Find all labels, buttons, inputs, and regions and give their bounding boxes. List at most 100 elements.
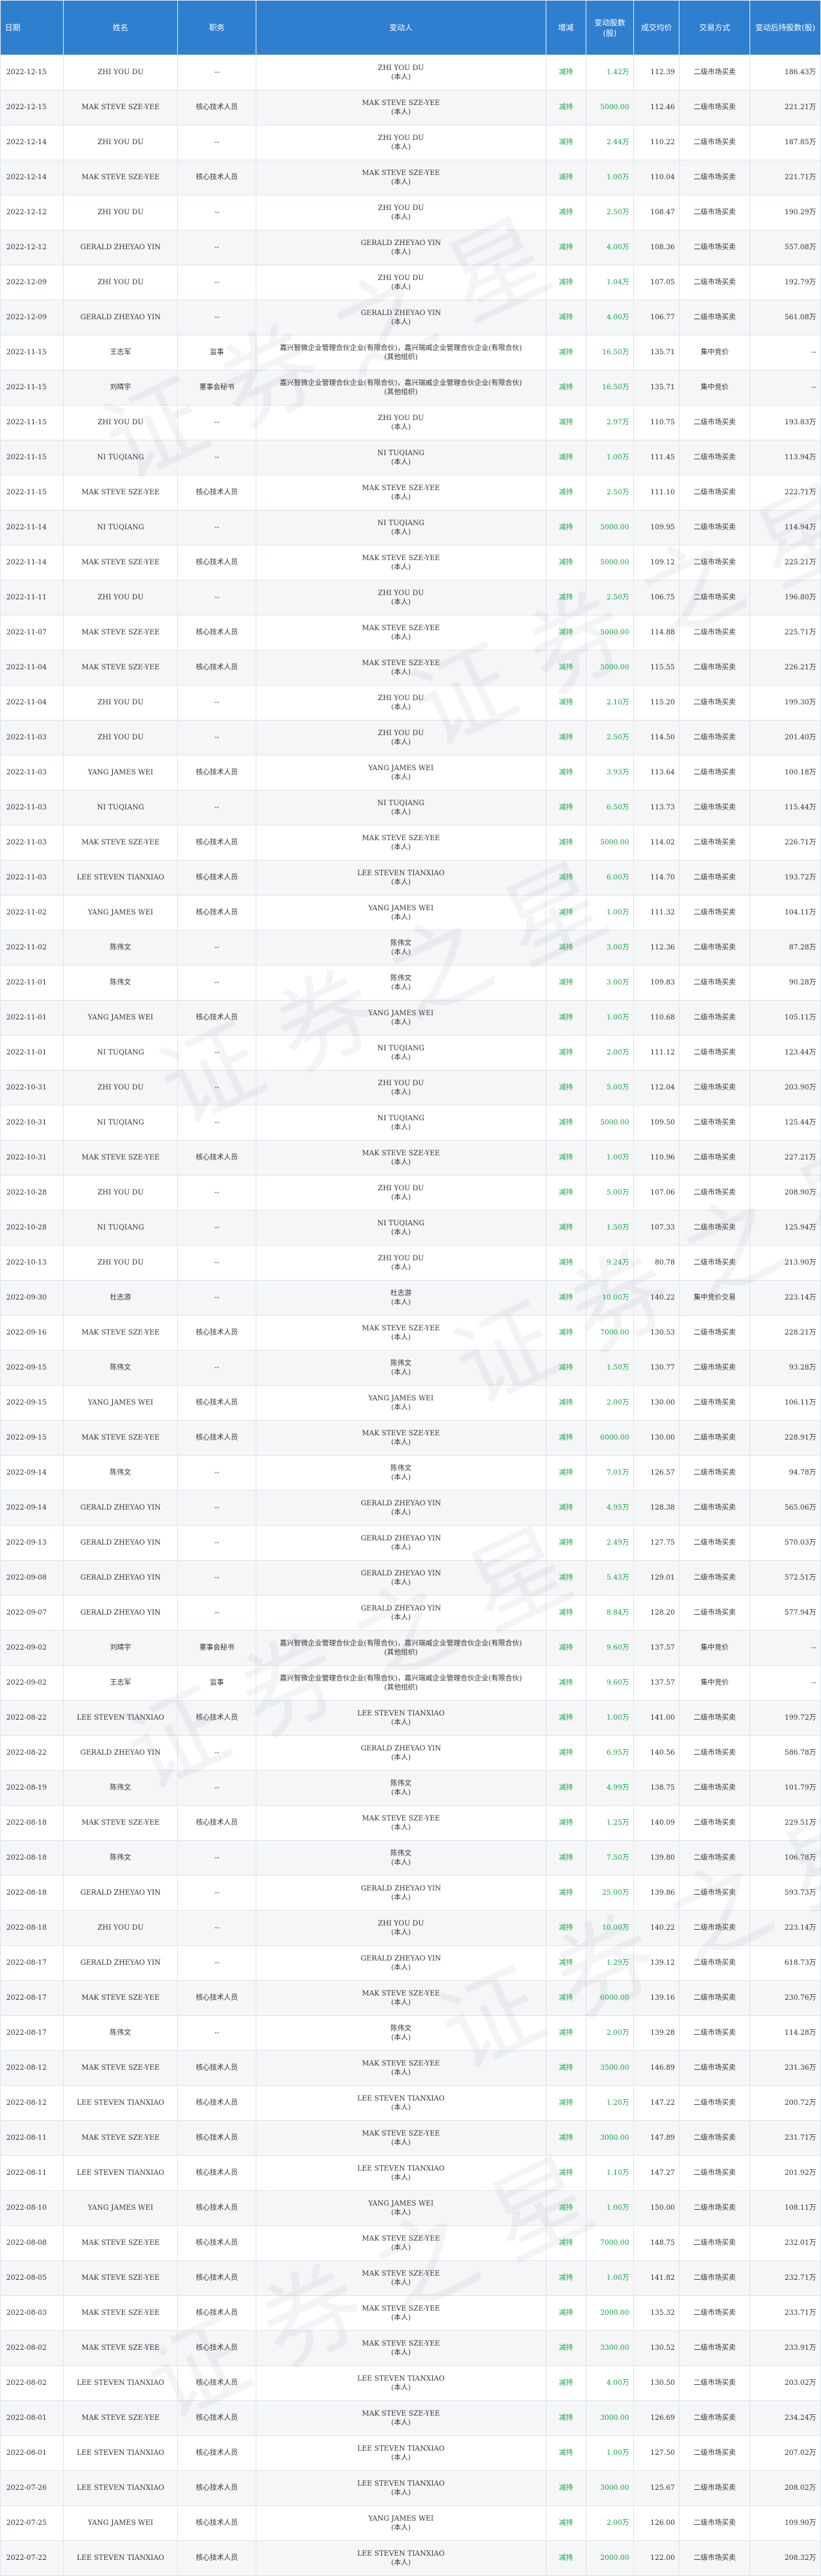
after-shares-cell: 208.90万 [750, 1175, 821, 1211]
header-name[interactable]: 姓名 [62, 0, 179, 55]
header-changer[interactable]: 变动人 [255, 0, 546, 55]
table-row: 2022-10-28 NI TUQIANG -- NI TUQIANG (本人) 减持 1.… [0, 1210, 821, 1246]
change-shares-cell: 1.00万 [585, 1700, 635, 1736]
changer-cell: ZHI YOU DU (本人) [255, 1910, 546, 1946]
change-shares-cell: 3.00万 [585, 965, 635, 1001]
changer-relation: (本人) [391, 1263, 411, 1272]
change-shares-cell: 2.00万 [585, 2505, 635, 2541]
change-shares-cell: 3.00万 [585, 930, 635, 966]
changer-relation: (本人) [391, 213, 411, 221]
header-change-shares[interactable]: 变动股数(股) [585, 0, 635, 55]
table-row: 2022-11-01 YANG JAMES WEI 核心技术人员 YANG JAMES… [0, 1000, 821, 1036]
method-cell: 二级市场买卖 [679, 1140, 751, 1176]
changer-name: ZHI YOU DU [378, 274, 425, 282]
method-cell: 二级市场买卖 [679, 2015, 751, 2051]
name-cell: MAK STEVE SZE-YEE [62, 825, 179, 861]
table-row: 2022-09-15 陈伟文 -- 陈伟文 (本人) 减持 1.50万 130.77 二级市场买… [0, 1350, 821, 1386]
name-cell: NI TUQIANG [62, 1210, 179, 1246]
name-cell: ZHI YOU DU [62, 195, 179, 230]
after-shares-cell: 94.78万 [750, 1455, 821, 1491]
change-shares-cell: 3500.00 [585, 2050, 635, 2086]
direction-cell: 减持 [545, 1490, 587, 1526]
changer-name: MAK STEVE SZE-YEE [361, 659, 441, 667]
direction-cell: 减持 [545, 300, 587, 335]
name-cell: 王志军 [62, 335, 179, 370]
direction-cell: 减持 [545, 1350, 587, 1386]
table-row: 2022-11-02 陈伟文 -- 陈伟文 (本人) 减持 3.00万 112.36 二级市场买… [0, 930, 821, 966]
after-shares-cell: 234.24万 [750, 2400, 821, 2436]
change-shares-cell: 1.00万 [585, 1140, 635, 1176]
change-shares-cell: 3000.00 [585, 2120, 635, 2156]
after-shares-cell: 100.18万 [750, 755, 821, 791]
changer-cell: GERALD ZHEYAO YIN (本人) [255, 1490, 546, 1526]
avg-price-cell: 115.55 [633, 650, 680, 685]
table-row: 2022-09-08 GERALD ZHEYAO YIN -- GERALD ZHEY… [0, 1560, 821, 1596]
direction-cell: 减持 [545, 265, 587, 300]
changer-relation: (本人) [391, 493, 411, 501]
changer-name: GERALD ZHEYAO YIN [361, 1604, 441, 1613]
position-cell: 核心技术人员 [177, 475, 256, 510]
changer-relation: (本人) [391, 633, 411, 641]
avg-price-cell: 112.46 [633, 90, 680, 125]
changer-relation: (本人) [391, 73, 411, 81]
changer-cell: MAK STEVE SZE-YEE (本人) [255, 545, 546, 580]
table-row: 2022-07-25 YANG JAMES WEI 核心技术人员 YANG JAMES… [0, 2505, 821, 2541]
after-shares-cell: 125.44万 [750, 1105, 821, 1141]
table-row: 2022-08-22 GERALD ZHEYAO YIN -- GERALD ZHEY… [0, 1735, 821, 1771]
after-shares-cell: 123.44万 [750, 1035, 821, 1071]
changer-name: 陈伟文 [390, 1464, 412, 1473]
name-cell: MAK STEVE SZE-YEE [62, 1315, 179, 1351]
header-direction[interactable]: 增减 [545, 0, 587, 55]
avg-price-cell: 109.95 [633, 510, 680, 545]
method-cell: 集中竞价 [679, 1665, 751, 1701]
change-shares-cell: 16.50万 [585, 335, 635, 370]
avg-price-cell: 139.86 [633, 1875, 680, 1911]
direction-cell: 减持 [545, 1945, 587, 1981]
method-cell: 二级市场买卖 [679, 895, 751, 931]
after-shares-cell: 186.43万 [750, 55, 821, 90]
avg-price-cell: 122.00 [633, 2540, 680, 2576]
direction-cell: 减持 [545, 2400, 587, 2436]
change-shares-cell: 2000.00 [585, 2540, 635, 2576]
header-after-shares[interactable]: 变动后持股数(股) [750, 0, 821, 55]
date-cell: 2022-11-02 [0, 895, 64, 931]
after-shares-cell: 106.78万 [750, 1840, 821, 1876]
after-shares-cell: 225.71万 [750, 615, 821, 650]
header-method[interactable]: 交易方式 [679, 0, 751, 55]
name-cell: 陈伟文 [62, 1840, 179, 1876]
name-cell: MAK STEVE SZE-YEE [62, 475, 179, 510]
header-avg-price[interactable]: 成交均价 [633, 0, 680, 55]
changer-name: NI TUQIANG [377, 1114, 425, 1122]
name-cell: GERALD ZHEYAO YIN [62, 1735, 179, 1771]
table-row: 2022-09-14 GERALD ZHEYAO YIN -- GERALD ZHEY… [0, 1490, 821, 1526]
name-cell: MAK STEVE SZE-YEE [62, 2050, 179, 2086]
date-cell: 2022-11-11 [0, 580, 64, 615]
changer-cell: ZHI YOU DU (本人) [255, 55, 546, 90]
method-cell: 二级市场买卖 [679, 2190, 751, 2226]
header-position[interactable]: 职务 [177, 0, 256, 55]
changer-relation: (本人) [391, 1473, 411, 1482]
avg-price-cell: 129.01 [633, 1560, 680, 1596]
table-row: 2022-08-22 LEE STEVEN TIANXIAO 核心技术人员 LEE S… [0, 1700, 821, 1736]
direction-cell: 减持 [545, 755, 587, 791]
changer-relation: (本人) [391, 1963, 411, 1972]
table-row: 2022-11-04 MAK STEVE SZE-YEE 核心技术人员 MAK STE… [0, 650, 821, 685]
changer-relation: (本人) [391, 2208, 411, 2217]
method-cell: 二级市场买卖 [679, 1840, 751, 1876]
changer-name: ZHI YOU DU [378, 204, 425, 212]
changer-relation: (本人) [391, 2173, 411, 2182]
name-cell: 刘晴宇 [62, 1630, 179, 1666]
direction-cell: 减持 [545, 1700, 587, 1736]
direction-cell: 减持 [545, 685, 587, 720]
name-cell: GERALD ZHEYAO YIN [62, 230, 179, 265]
name-cell: MAK STEVE SZE-YEE [62, 1140, 179, 1176]
method-cell: 二级市场买卖 [679, 1945, 751, 1981]
position-cell: 核心技术人员 [177, 1700, 256, 1736]
change-shares-cell: 10.00万 [585, 1280, 635, 1316]
changer-cell: LEE STEVEN TIANXIAO (本人) [255, 2085, 546, 2121]
change-shares-cell: 3.93万 [585, 755, 635, 791]
avg-price-cell: 137.57 [633, 1665, 680, 1701]
change-shares-cell: 2.50万 [585, 195, 635, 230]
name-cell: LEE STEVEN TIANXIAO [62, 2155, 179, 2191]
header-date[interactable]: 日期 [0, 0, 64, 55]
